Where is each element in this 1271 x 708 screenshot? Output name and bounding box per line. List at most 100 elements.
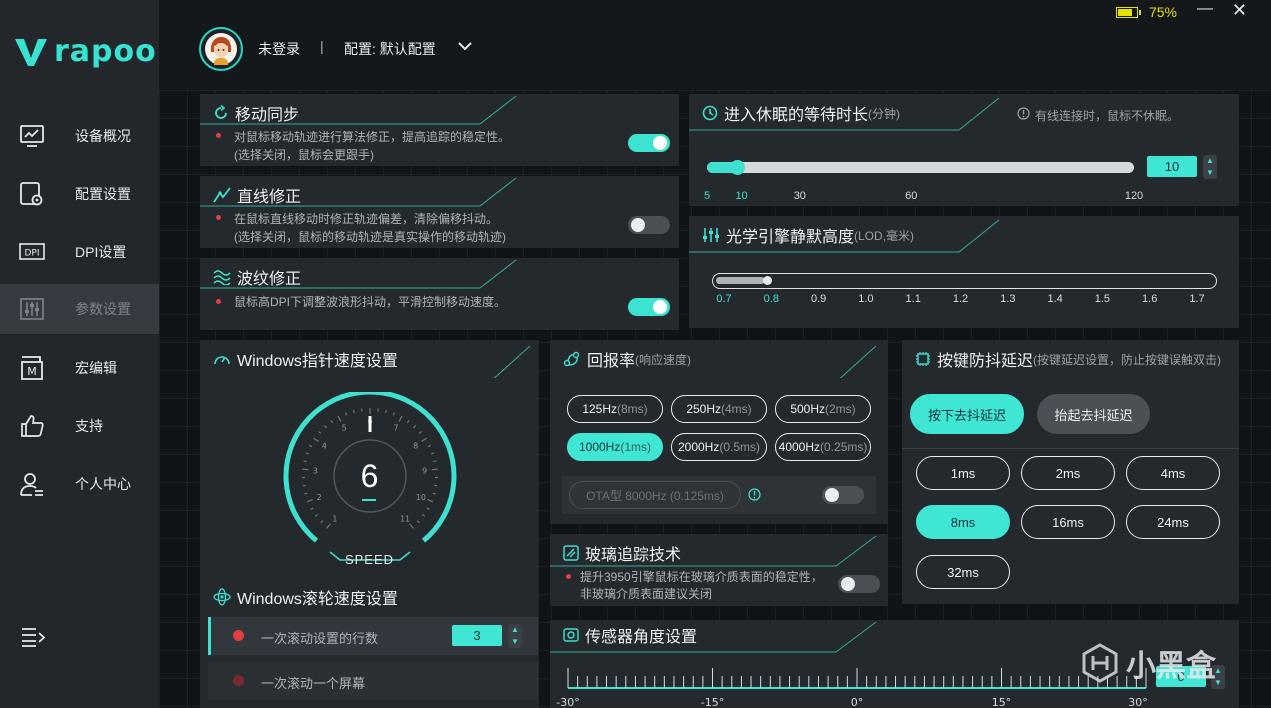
dial-tick [320, 520, 324, 524]
sidebar: rapoo 设备概况 配置设置 DPI DPI设置 参数设置 M 宏编辑 支持 … [0, 0, 159, 708]
debounce-16ms-button[interactable]: 16ms [1021, 505, 1115, 539]
sleep-tick-label: 120 [1124, 190, 1144, 202]
sidebar-item-support[interactable]: 支持 [0, 401, 159, 451]
debounce-24ms-button[interactable]: 24ms [1126, 505, 1220, 539]
description-line-1: 对鼠标移动轨迹进行算法修正，提高追踪的稳定性。 [234, 130, 511, 144]
stepper-down-icon[interactable]: ▼ [511, 638, 519, 646]
header-separator: | [320, 38, 324, 54]
debounce-32ms-button[interactable]: 32ms [916, 555, 1010, 589]
dial-tick [398, 415, 403, 422]
toggle-knob [631, 218, 645, 232]
macro-icon: M [21, 356, 43, 380]
dial-tick [413, 425, 417, 429]
option-radio[interactable] [233, 630, 244, 641]
dial-tick [427, 444, 431, 448]
avatar[interactable] [199, 27, 243, 71]
sidebar-item-label: DPI设置 [75, 244, 127, 260]
rate-label: 4000Hz [778, 440, 821, 454]
sidebar-item-parameters[interactable]: 参数设置 [0, 284, 159, 334]
sidebar-item-config-settings[interactable]: 配置设置 [0, 169, 159, 219]
sleep-tick-label: 30 [793, 190, 806, 202]
rate-sub: (2ms) [825, 402, 856, 416]
stepper-down-icon[interactable]: ▼ [1206, 169, 1214, 177]
ota-8000hz-button[interactable]: OTA型 8000Hz (0.125ms) [569, 481, 741, 509]
rapoo-logo: rapoo [14, 34, 157, 69]
sidebar-item-label: 参数设置 [75, 301, 131, 317]
debounce-1ms-button[interactable]: 1ms [916, 456, 1010, 490]
rate-4000hz-button[interactable]: 4000Hz (0.25ms) [775, 433, 871, 461]
menu-icon[interactable] [20, 626, 46, 648]
lod-tick-label: 1.6 [1142, 293, 1158, 305]
alert-dot [216, 299, 221, 304]
profile-selector-label[interactable]: 配置: 默认配置 [344, 39, 436, 59]
sleep-slider-handle[interactable] [729, 160, 745, 175]
scroll-lines-input[interactable]: 3 [452, 625, 502, 646]
scroll-speed-panel: Windows滚轮速度设置 一次滚动设置的行数 3 ▲ ▼ 一次滚动一个屏幕 [200, 578, 539, 708]
lod-tick-label: 1.7 [1189, 293, 1205, 305]
debounce-8ms-button[interactable]: 8ms [916, 505, 1010, 539]
panel-subtitle: (按键延迟设置，防止按键误触双击) [1033, 352, 1222, 367]
debounce-4ms-button[interactable]: 4ms [1126, 456, 1220, 490]
dial-tick [352, 409, 355, 414]
scroll-option-lines[interactable]: 一次滚动设置的行数 3 ▲ ▼ [208, 617, 538, 655]
option-radio[interactable] [233, 675, 244, 686]
lod-slider-track[interactable] [712, 273, 1217, 289]
login-status[interactable]: 未登录 [258, 39, 300, 59]
rate-500hz-button[interactable]: 500Hz (2ms) [775, 395, 871, 423]
lod-slider-handle[interactable] [763, 276, 773, 285]
speed-value: 6 [360, 458, 379, 494]
description-line-2: 非玻璃介质表面建议关闭 [580, 587, 713, 601]
scroll-lines-stepper[interactable]: ▲ ▼ [508, 624, 522, 648]
sidebar-item-device-overview[interactable]: 设备概况 [0, 111, 159, 161]
dial-tick [416, 520, 420, 524]
dial-tick [314, 514, 319, 517]
stepper-up-icon[interactable]: ▲ [1206, 157, 1214, 165]
atom-scroll-icon [213, 588, 231, 606]
angle-snap-toggle[interactable] [628, 216, 670, 234]
rate-2000hz-button[interactable]: 2000Hz (0.5ms) [671, 433, 767, 461]
rate-1000hz-button[interactable]: 1000Hz (1ms) [567, 433, 663, 461]
panel-header: Windows滚轮速度设置 [200, 578, 398, 616]
press-debounce-button[interactable]: 按下去抖延迟 [910, 394, 1024, 434]
header-underline [689, 219, 1000, 253]
stepper-up-icon[interactable]: ▲ [511, 626, 519, 634]
battery-indicator: 75% [1115, 4, 1177, 20]
svg-text:M: M [27, 365, 37, 378]
glass-toggle[interactable] [838, 575, 880, 593]
debounce-2ms-button[interactable]: 2ms [1021, 456, 1115, 490]
warning-icon [748, 488, 761, 501]
angle-label: -15° [701, 696, 724, 708]
lod-slider-fill [716, 277, 766, 284]
sleep-stepper[interactable]: ▲ ▼ [1203, 155, 1217, 179]
sleep-tick-label: 5 [703, 190, 711, 202]
chevron-down-icon[interactable] [457, 38, 473, 54]
minimize-button[interactable]: — [1197, 0, 1213, 18]
panel-title: Windows滚轮速度设置 [237, 591, 398, 608]
sleep-slider-track[interactable] [707, 160, 1134, 175]
motion-sync-toggle[interactable] [628, 134, 670, 152]
rate-sub: (4ms) [721, 402, 752, 416]
dpi-icon: DPI [19, 243, 45, 260]
dial-tick [421, 514, 426, 517]
sidebar-item-dpi[interactable]: DPI DPI设置 [0, 227, 159, 277]
rate-250hz-button[interactable]: 250Hz (4ms) [671, 395, 767, 423]
description-line-2: (选择关闭，鼠标会更跟手) [234, 148, 374, 162]
scroll-option-screen[interactable]: 一次滚动一个屏幕 [208, 662, 538, 700]
sliders-icon [20, 298, 44, 320]
toggle-knob [825, 488, 839, 502]
sleep-note: 有线连接时，鼠标不休眠。 [1035, 109, 1180, 123]
sidebar-item-personal-center[interactable]: 个人中心 [0, 459, 159, 509]
dial-tick [345, 412, 348, 416]
release-debounce-button[interactable]: 抬起去抖延迟 [1037, 394, 1150, 434]
rate-label: 2000Hz [677, 440, 720, 454]
sleep-value-input[interactable]: 10 [1147, 156, 1197, 177]
rate-125hz-button[interactable]: 125Hz (8ms) [567, 395, 663, 423]
sidebar-item-macro[interactable]: M 宏编辑 [0, 343, 159, 393]
ripple-control-panel: 波纹修正 鼠标高DPI下调整波浪形抖动，平滑控制移动速度。 [200, 258, 679, 330]
ota-toggle[interactable] [822, 486, 864, 504]
ripple-toggle[interactable] [628, 298, 670, 316]
alert-dot [566, 574, 571, 579]
close-button[interactable]: ✕ [1232, 0, 1247, 21]
description-line-2: (选择关闭，鼠标的移动轨迹是真实操作的移动轨迹) [234, 230, 506, 244]
dial-tick [313, 437, 319, 442]
